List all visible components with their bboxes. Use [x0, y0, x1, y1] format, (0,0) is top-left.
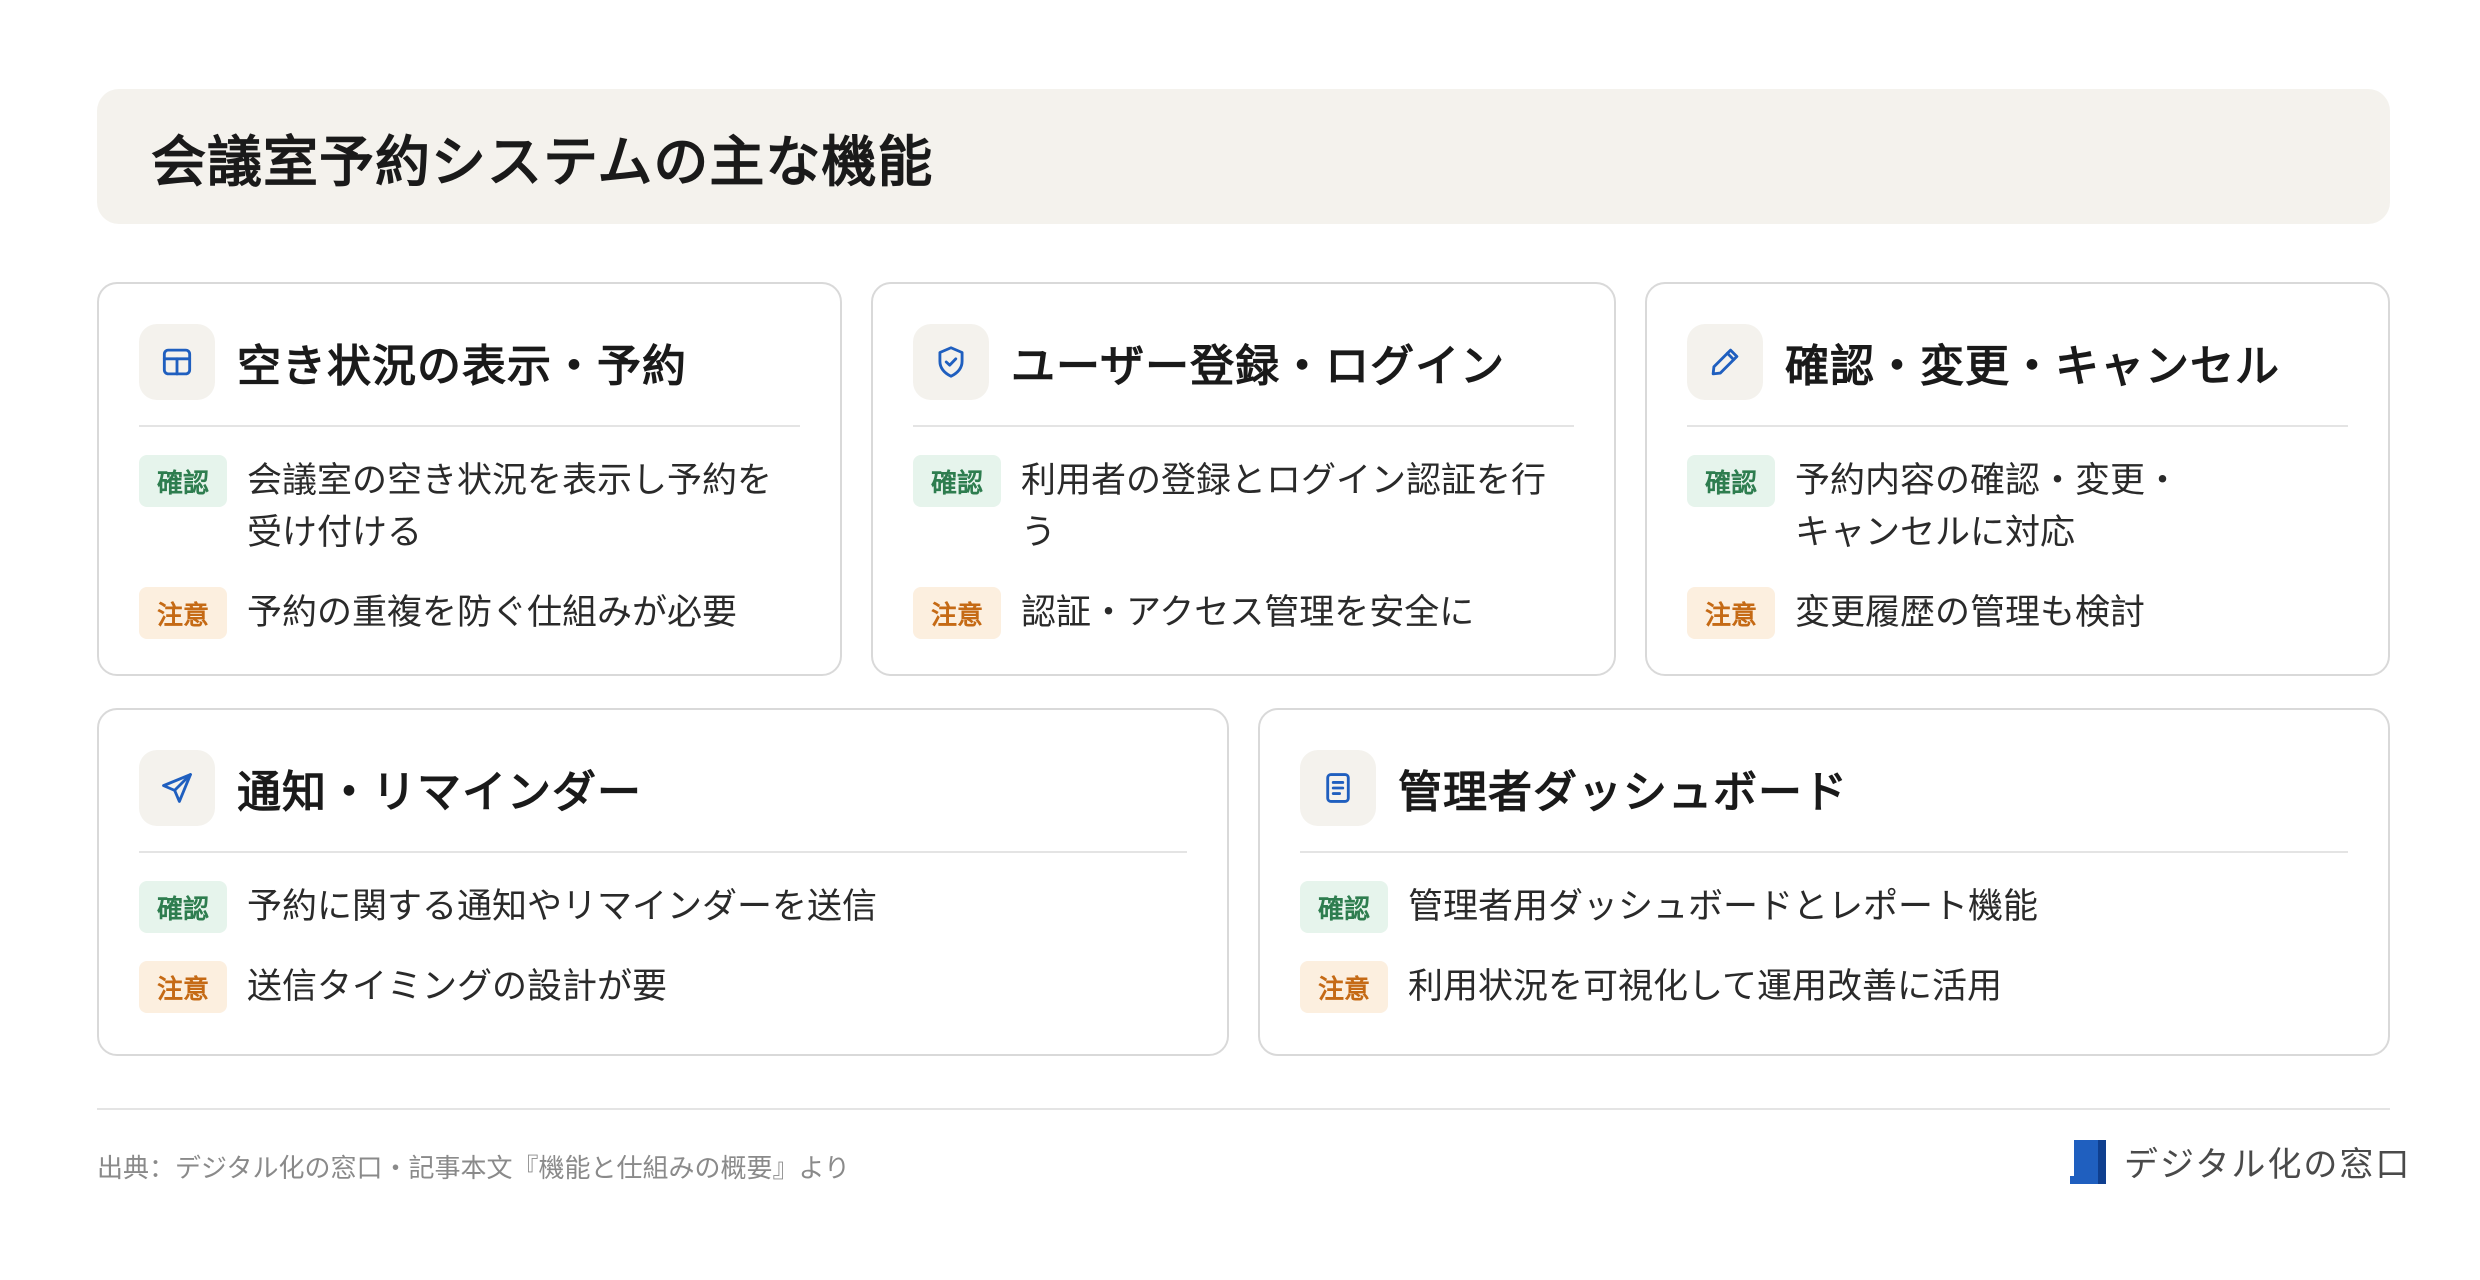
caution-text: 予約の重複を防ぐ仕組みが必要 — [247, 593, 738, 633]
divider — [1687, 425, 2348, 427]
feature-card-change: 確認・変更・キャンセル 確認 予約内容の確認・変更・ キャンセルに対応 注意 変… — [1645, 282, 2390, 676]
caution-row: 注意 利用状況を可視化して運用改善に活用 — [1300, 961, 2348, 1013]
caution-badge: 注意 — [139, 587, 227, 639]
brand-name: デジタル化の窓口 — [2124, 1145, 2412, 1185]
caution-badge: 注意 — [1687, 587, 1775, 639]
caution-text: 変更履歴の管理も検討 — [1795, 593, 2146, 633]
divider — [913, 425, 1574, 427]
caution-text: 認証・アクセス管理を安全に — [1021, 593, 1475, 633]
confirm-badge: 確認 — [913, 455, 1001, 507]
feature-card-dashboard: 管理者ダッシュボード 確認 管理者用ダッシュボードとレポート機能 注意 利用状況… — [1258, 708, 2390, 1056]
divider — [1300, 851, 2348, 853]
confirm-text: 予約に関する通知やリマインダーを送信 — [247, 887, 878, 927]
confirm-row: 確認 予約内容の確認・変更・ キャンセルに対応 — [1687, 455, 2348, 559]
source-note: 出典：デジタル化の窓口・記事本文『機能と仕組みの概要』より — [97, 1154, 850, 1184]
card-title: 空き状況の表示・予約 — [237, 341, 687, 392]
confirm-badge: 確認 — [139, 455, 227, 507]
card-title: 管理者ダッシュボード — [1398, 767, 1848, 818]
confirm-badge: 確認 — [1300, 881, 1388, 933]
caution-row: 注意 予約の重複を防ぐ仕組みが必要 — [139, 587, 800, 639]
card-title: 確認・変更・キャンセル — [1785, 341, 2280, 392]
caution-row: 注意 変更履歴の管理も検討 — [1687, 587, 2348, 639]
brand-logo: デジタル化の窓口 — [2068, 1137, 2411, 1186]
confirm-badge: 確認 — [1687, 455, 1775, 507]
confirm-row: 確認 会議室の空き状況を表示し予約を 受け付ける — [139, 455, 800, 559]
card-title: 通知・リマインダー — [237, 767, 642, 818]
title-banner: 会議室予約システムの主な機能 — [97, 89, 2390, 224]
caution-row: 注意 送信タイミングの設計が要 — [139, 961, 1187, 1013]
confirm-row: 確認 管理者用ダッシュボードとレポート機能 — [1300, 881, 2348, 933]
caution-text: 送信タイミングの設計が要 — [247, 967, 668, 1007]
window-logo-icon — [2070, 1139, 2106, 1184]
confirm-text: 利用者の登録とログイン認証を行う — [1021, 461, 1547, 553]
shield-check-icon — [913, 324, 989, 400]
caution-text: 利用状況を可視化して運用改善に活用 — [1408, 967, 2002, 1007]
feature-card-notify: 通知・リマインダー 確認 予約に関する通知やリマインダーを送信 注意 送信タイミ… — [97, 708, 1229, 1056]
document-icon — [1300, 750, 1376, 826]
footer-divider — [97, 1108, 2390, 1110]
table-icon — [139, 324, 215, 400]
divider — [139, 851, 1187, 853]
confirm-text: 管理者用ダッシュボードとレポート機能 — [1408, 887, 2039, 927]
divider — [139, 425, 800, 427]
card-title: ユーザー登録・ログイン — [1011, 341, 1506, 392]
send-icon — [139, 750, 215, 826]
confirm-badge: 確認 — [139, 881, 227, 933]
caution-row: 注意 認証・アクセス管理を安全に — [913, 587, 1574, 639]
page-title: 会議室予約システムの主な機能 — [151, 129, 934, 194]
confirm-row: 確認 予約に関する通知やリマインダーを送信 — [139, 881, 1187, 933]
feature-card-availability: 空き状況の表示・予約 確認 会議室の空き状況を表示し予約を 受け付ける 注意 予… — [97, 282, 842, 676]
feature-card-login: ユーザー登録・ログイン 確認 利用者の登録とログイン認証を行う 注意 認証・アク… — [871, 282, 1616, 676]
confirm-text: 会議室の空き状況を表示し予約を 受け付ける — [247, 461, 773, 553]
confirm-text: 予約内容の確認・変更・ キャンセルに対応 — [1795, 461, 2181, 553]
caution-badge: 注意 — [1300, 961, 1388, 1013]
pencil-icon — [1687, 324, 1763, 400]
caution-badge: 注意 — [913, 587, 1001, 639]
confirm-row: 確認 利用者の登録とログイン認証を行う — [913, 455, 1574, 559]
caution-badge: 注意 — [139, 961, 227, 1013]
